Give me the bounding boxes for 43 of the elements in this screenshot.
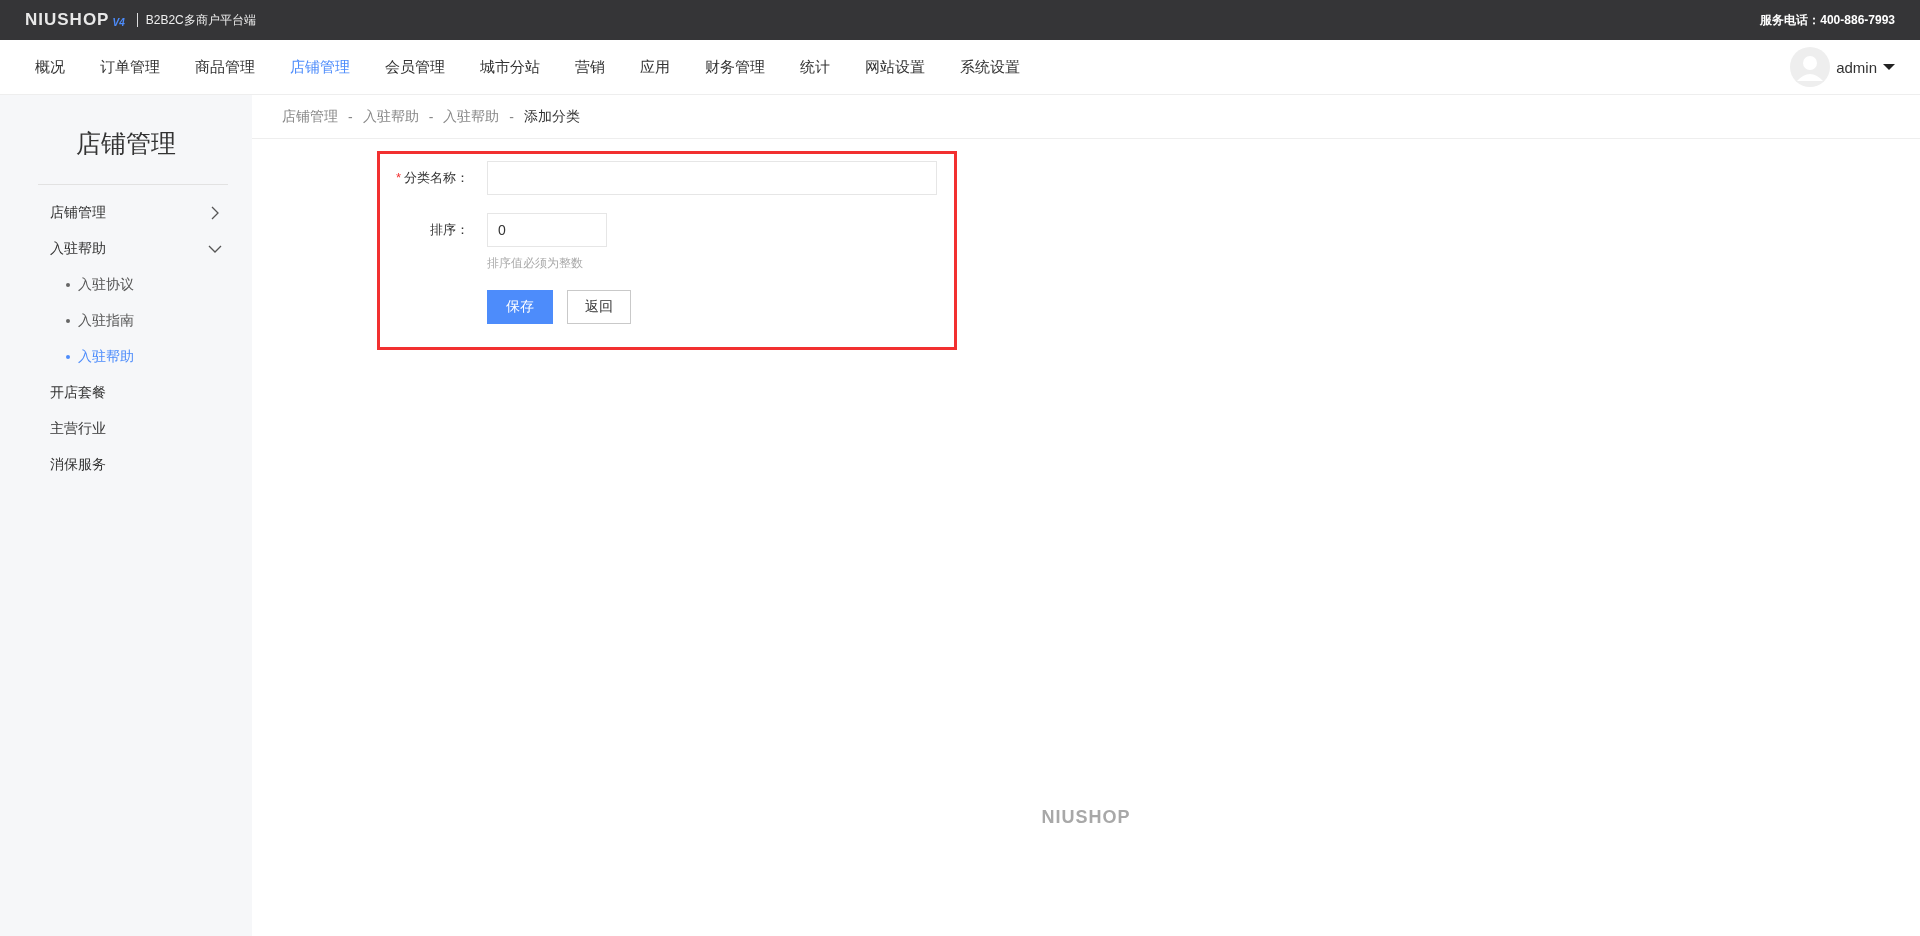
version-label: V4 — [112, 16, 125, 28]
sidebar-item[interactable]: 主营行业 — [0, 411, 252, 447]
platform-label: B2B2C多商户平台端 — [145, 11, 256, 29]
sidebar-item[interactable]: 消保服务 — [0, 447, 252, 483]
user-name[interactable]: admin — [1836, 58, 1877, 76]
footer-logo: NIUSHOP — [1041, 807, 1131, 828]
service-phone: 服务电话：400-886-7993 — [1760, 11, 1895, 29]
back-button[interactable]: 返回 — [567, 290, 631, 324]
breadcrumb-separator: - — [428, 108, 434, 125]
breadcrumb-separator: - — [348, 108, 353, 125]
bullet-icon — [66, 283, 70, 287]
sidebar-title: 店铺管理 — [75, 128, 177, 159]
sidebar-group[interactable]: 入驻帮助 — [0, 231, 252, 267]
caret-icon — [1883, 63, 1895, 71]
sidebar-subitem[interactable]: 入驻协议 — [0, 267, 252, 303]
nav-tab[interactable]: 订单管理 — [82, 57, 177, 77]
nav-tab[interactable]: 财务管理 — [687, 57, 782, 77]
bullet-icon — [66, 319, 70, 323]
logo-text: NIUSHOP — [25, 10, 110, 30]
nav-tab[interactable]: 会员管理 — [367, 57, 462, 77]
field-label: 排序： — [430, 222, 469, 237]
nav-tab[interactable]: 商品管理 — [177, 57, 272, 77]
breadcrumb-item[interactable]: 入驻帮助 — [362, 107, 419, 126]
breadcrumb-item[interactable]: 入驻帮助 — [443, 107, 500, 126]
field-label: 分类名称： — [404, 170, 469, 185]
number-field[interactable]: 0 — [487, 213, 607, 247]
required-mark: * — [395, 170, 401, 185]
nav-tab[interactable]: 网站设置 — [847, 57, 942, 77]
breadcrumb-item[interactable]: 店铺管理 — [282, 107, 338, 126]
nav-tab[interactable]: 统计 — [782, 57, 847, 77]
sidebar-subitem[interactable]: 入驻指南 — [0, 303, 252, 339]
nav-tab[interactable]: 应用 — [622, 57, 687, 77]
input-field[interactable] — [487, 161, 937, 195]
bullet-icon — [66, 355, 70, 359]
hint-text: 排序值必须为整数 — [487, 255, 584, 272]
nav-tab[interactable]: 概况 — [17, 57, 82, 77]
nav-tab[interactable]: 系统设置 — [942, 57, 1037, 77]
sidebar-group[interactable]: 店铺管理 — [0, 195, 252, 231]
breadcrumb-item: 添加分类 — [524, 107, 580, 126]
nav-tab[interactable]: 营销 — [557, 57, 622, 77]
sidebar-item[interactable]: 开店套餐 — [0, 375, 252, 411]
nav-tab[interactable]: 城市分站 — [462, 57, 557, 77]
breadcrumb-separator: - — [509, 108, 514, 125]
